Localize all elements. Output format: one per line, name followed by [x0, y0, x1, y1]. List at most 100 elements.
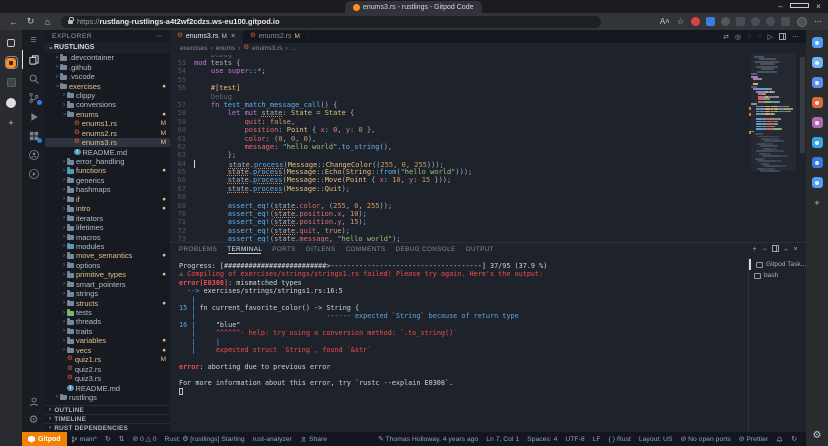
- maximize-button[interactable]: [790, 0, 809, 13]
- nav-forward-icon[interactable]: ○: [757, 33, 761, 40]
- extension-star-icon[interactable]: [736, 17, 745, 26]
- extension-dark-icon[interactable]: [721, 17, 730, 26]
- code-editor[interactable]: Debug53mod tests {54 use super::*;5556 #…: [170, 53, 806, 242]
- run-or-debug-icon[interactable]: ▷: [768, 33, 773, 41]
- profile-avatar[interactable]: [797, 17, 807, 27]
- panel-tab-output[interactable]: OUTPUT: [466, 246, 494, 253]
- branch-indicator[interactable]: main*: [67, 432, 101, 446]
- play-circle-icon[interactable]: [812, 137, 823, 148]
- address-bar[interactable]: https://rustlang-rustlings-a4t2wf2cdzs.w…: [61, 16, 601, 28]
- tree-item-hashmaps[interactable]: ›hashmaps: [45, 185, 170, 194]
- workspace-section-header[interactable]: › RUSTLINGS: [45, 42, 170, 53]
- people-icon[interactable]: [812, 117, 823, 128]
- eol[interactable]: LF: [589, 432, 605, 446]
- tree-item-vecs[interactable]: ›vecs●: [45, 346, 170, 355]
- panel-tab-ports[interactable]: PORTS: [272, 246, 296, 253]
- github-icon[interactable]: [6, 97, 17, 108]
- extension-blue-icon[interactable]: [706, 17, 715, 26]
- search-icon[interactable]: [812, 57, 823, 68]
- code-line[interactable]: 59 quit: false,: [170, 118, 746, 126]
- code-line[interactable]: 71 assert_eq!(state.position.y, 15);: [170, 218, 746, 226]
- ports-status[interactable]: ⊘ No open ports: [677, 432, 735, 446]
- tree-item-.github[interactable]: ›.github: [45, 62, 170, 71]
- panel-tab-problems[interactable]: PROBLEMS: [179, 246, 217, 253]
- tree-item-enums[interactable]: ›enums●: [45, 110, 170, 119]
- minimize-button[interactable]: –: [771, 0, 790, 13]
- code-line[interactable]: 63 };: [170, 151, 746, 159]
- browser-tab[interactable]: enums3.rs - rustlings - Gitpod Code: [345, 1, 482, 13]
- editor-scrollbar[interactable]: [800, 57, 805, 153]
- keyboard-layout[interactable]: Layout: US: [635, 432, 677, 446]
- back-icon[interactable]: ←: [6, 17, 21, 27]
- cursor-position[interactable]: Ln 7, Col 1: [482, 432, 523, 446]
- share-button[interactable]: Share: [296, 432, 331, 446]
- extension-share-icon[interactable]: [781, 17, 790, 26]
- section-timeline[interactable]: ›TIMELINE: [45, 414, 170, 423]
- more-actions-icon[interactable]: ⋯: [792, 33, 799, 41]
- extension-heart-icon[interactable]: [766, 17, 775, 26]
- extension-globe-icon[interactable]: [751, 17, 760, 26]
- section-rust-dependencies[interactable]: ›RUST DEPENDENCIES: [45, 423, 170, 432]
- code-line[interactable]: 62 message: "hello world".to_string(),: [170, 143, 746, 151]
- tree-item-move_semantics[interactable]: ›move_semantics●: [45, 251, 170, 260]
- panel-tab-comments[interactable]: COMMENTS: [346, 246, 386, 253]
- tree-item-README.md[interactable]: iREADME.md: [45, 147, 170, 156]
- rust-server-status[interactable]: Rust: ⚙ [rustlings] Starting: [161, 432, 249, 446]
- terminal-instance-bash[interactable]: bash: [749, 270, 806, 281]
- code-line[interactable]: 57 fn test_match_message_call() {: [170, 101, 746, 109]
- tree-item-enums1.rs[interactable]: ⚙enums1.rsM: [45, 119, 170, 128]
- code-line[interactable]: 53mod tests {: [170, 59, 746, 67]
- gitlens-blame[interactable]: ✎ Thomas Holloway, 4 years ago: [374, 432, 482, 446]
- tree-item-clippy[interactable]: ›clippy: [45, 91, 170, 100]
- section-outline[interactable]: ›OUTLINE: [45, 405, 170, 414]
- toolbox-icon[interactable]: [812, 97, 823, 108]
- gitpod-status-button[interactable]: Gitpod: [22, 432, 67, 446]
- tree-item-smart_pointers[interactable]: ›smart_pointers: [45, 280, 170, 289]
- tree-item-enums3.rs[interactable]: ⚙enums3.rsM: [45, 138, 170, 147]
- tree-item-conversions[interactable]: ›conversions: [45, 100, 170, 109]
- tree-item-quiz3.rs[interactable]: ⚙quiz3.rs: [45, 374, 170, 383]
- tree-item-generics[interactable]: ›generics: [45, 176, 170, 185]
- tree-item-enums2.rs[interactable]: ⚙enums2.rsM: [45, 129, 170, 138]
- code-line[interactable]: 65 state.process(Message::Echo(String::f…: [170, 168, 746, 176]
- tree-item-traits[interactable]: ›traits: [45, 327, 170, 336]
- terminal-instance-GitpodTask[interactable]: Gitpod Task...: [749, 259, 806, 270]
- tree-item-rustlings[interactable]: ›rustlings: [45, 393, 170, 402]
- breadcrumb-item[interactable]: …: [291, 45, 298, 52]
- favorite-star-icon[interactable]: ☆: [677, 17, 684, 26]
- breadcrumb-item[interactable]: enums3.rs: [252, 45, 282, 52]
- tree-item-if[interactable]: ›if●: [45, 195, 170, 204]
- terminal-dropdown-icon[interactable]: ›: [763, 246, 766, 253]
- send-icon[interactable]: [812, 177, 823, 188]
- tree-item-lifetimes[interactable]: ›lifetimes: [45, 223, 170, 232]
- indentation[interactable]: Spaces: 4: [523, 432, 561, 446]
- home-icon[interactable]: ⌂: [40, 17, 55, 27]
- extension-red-icon[interactable]: [691, 17, 700, 26]
- tree-item-tests[interactable]: ›tests: [45, 308, 170, 317]
- open-changes-icon[interactable]: ⇄: [723, 33, 729, 41]
- tree-item-primitive_types[interactable]: ›primitive_types●: [45, 270, 170, 279]
- code-line[interactable]: 66 state.process(Message::Move(Point { x…: [170, 176, 746, 184]
- tree-item-options[interactable]: ›options: [45, 261, 170, 270]
- close-tab-icon[interactable]: ×: [231, 33, 235, 40]
- code-line[interactable]: 70 assert_eq!(state.position.x, 10);: [170, 210, 746, 218]
- language-mode[interactable]: { } Rust: [605, 432, 635, 446]
- panel-tab-debug-console[interactable]: DEBUG CONSOLE: [396, 246, 456, 253]
- close-button[interactable]: ×: [809, 0, 828, 13]
- add-icon[interactable]: +: [6, 117, 17, 128]
- explorer-more-icon[interactable]: ⋯: [156, 32, 163, 40]
- terminal-output[interactable]: Progress: [#########################>---…: [170, 256, 748, 432]
- tree-item-intro[interactable]: ›intro●: [45, 204, 170, 213]
- tree-item-.vscode[interactable]: ›.vscode: [45, 72, 170, 81]
- split-terminal-icon[interactable]: [772, 245, 779, 254]
- split-editor-icon[interactable]: [779, 33, 786, 40]
- tree-item-macros[interactable]: ›macros: [45, 232, 170, 241]
- minimap[interactable]: [751, 56, 796, 240]
- code-line[interactable]: 55: [170, 76, 746, 84]
- bell-icon[interactable]: [812, 37, 823, 48]
- breadcrumb-item[interactable]: enums: [216, 45, 236, 52]
- code-line[interactable]: 61 color: (0, 0, 0),: [170, 135, 746, 143]
- code-line[interactable]: 67 state.process(Message::Quit);: [170, 185, 746, 193]
- encoding[interactable]: UTF-8: [561, 432, 588, 446]
- gitpod-icon[interactable]: [6, 57, 17, 68]
